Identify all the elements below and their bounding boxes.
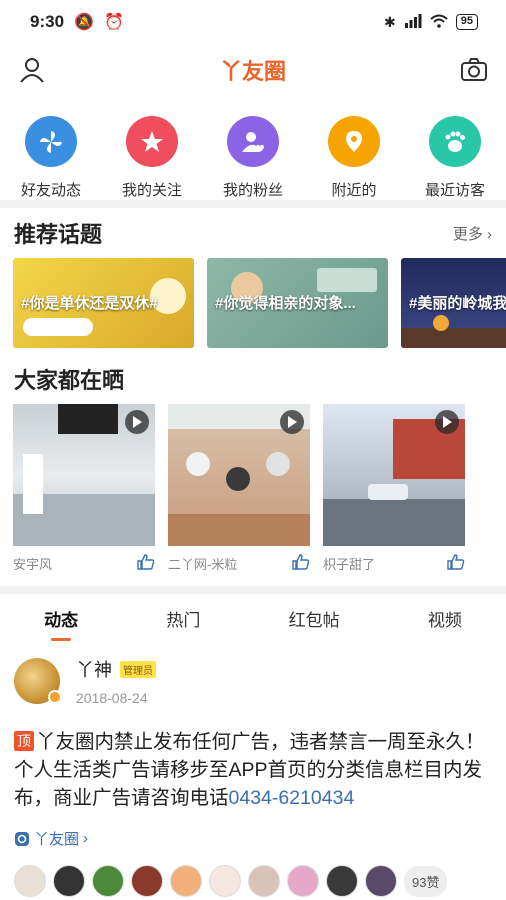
feed-tabs: 动态 热门 红包帖 视频 — [0, 594, 506, 642]
liker-avatar[interactable] — [209, 865, 241, 897]
liker-avatar[interactable] — [53, 865, 85, 897]
location-icon — [328, 116, 380, 167]
play-icon — [125, 410, 149, 434]
liker-avatar[interactable] — [287, 865, 319, 897]
bluetooth-icon: ✱ — [384, 13, 396, 30]
quick-my-fans[interactable]: 我的粉丝 — [212, 116, 294, 200]
star-icon — [126, 116, 178, 167]
liker-avatar[interactable] — [131, 865, 163, 897]
more-link[interactable]: 更多 › — [453, 223, 492, 244]
like-icon[interactable] — [137, 553, 155, 573]
top-bar: 丫友圈 — [0, 44, 506, 96]
sharing-list — [0, 404, 506, 546]
battery-icon: 95 — [455, 14, 478, 30]
quick-label: 附近的 — [331, 182, 377, 199]
status-bar: 9:30 🔕 ⏰ ✱ 95 — [0, 0, 506, 44]
topic-card[interactable]: #你觉得相亲的对象... — [207, 258, 388, 348]
tab-red-packet[interactable]: 红包帖 — [275, 606, 354, 631]
tab-hot[interactable]: 热门 — [152, 606, 214, 631]
sharing-header: 大家都在晒 — [0, 354, 506, 404]
like-count[interactable]: 93赞 — [404, 865, 448, 897]
likers-row: 93赞 — [14, 865, 492, 897]
tab-video[interactable]: 视频 — [414, 606, 476, 631]
signal-icon — [404, 13, 422, 31]
alarm-icon: ⏰ — [103, 14, 124, 31]
liker-avatar[interactable] — [248, 865, 280, 897]
quick-nearby[interactable]: 附近的 — [313, 116, 395, 200]
topic-label: #你觉得相亲的对象... — [215, 295, 356, 312]
share-video-thumb[interactable] — [13, 404, 155, 546]
quick-label: 我的粉丝 — [222, 182, 283, 199]
share-video-thumb[interactable] — [323, 404, 465, 546]
quick-label: 最近访客 — [424, 182, 485, 199]
topics-header: 推荐话题 更多 › — [0, 208, 506, 258]
quick-actions: 好友动态 我的关注 我的粉丝 附近的 最近访客 — [0, 96, 506, 200]
topic-card[interactable]: #美丽的岭城我 — [401, 258, 506, 348]
divider — [0, 586, 506, 594]
pinwheel-icon — [25, 116, 77, 167]
clock: 9:30 — [30, 12, 65, 31]
circle-icon — [15, 831, 29, 846]
play-icon — [435, 410, 459, 434]
tab-dynamics[interactable]: 动态 — [30, 606, 92, 641]
quick-label: 我的关注 — [121, 182, 182, 199]
liker-avatar[interactable] — [92, 865, 124, 897]
play-icon — [280, 410, 304, 434]
post-header: 丫神 管理员 2018-08-24 — [14, 656, 492, 706]
quick-label: 好友动态 — [20, 182, 81, 199]
admin-badge: 管理员 — [120, 660, 156, 678]
avatar[interactable] — [14, 658, 62, 704]
share-author[interactable]: 二丫网-米粒 — [168, 554, 237, 573]
feed-post: 丫神 管理员 2018-08-24 顶丫友圈内禁止发布任何广告，违者禁言一周至永… — [0, 642, 506, 897]
liker-avatar[interactable] — [365, 865, 397, 897]
divider — [0, 200, 506, 208]
like-icon[interactable] — [447, 553, 465, 573]
share-video-thumb[interactable] — [168, 404, 310, 546]
chevron-right-icon: › — [83, 830, 89, 847]
user-heart-icon — [227, 116, 279, 167]
topic-list: #你是单休还是双休# #你觉得相亲的对象... #美丽的岭城我 — [0, 258, 506, 350]
footprint-icon — [429, 116, 481, 167]
section-title: 大家都在晒 — [14, 368, 125, 393]
share-meta: 枳子甜了 — [323, 553, 465, 573]
author-name[interactable]: 丫神 — [76, 656, 112, 682]
wifi-icon — [430, 14, 448, 31]
pinned-tag: 顶 — [14, 731, 34, 751]
quick-my-follows[interactable]: 我的关注 — [111, 116, 193, 200]
camera-icon[interactable] — [458, 54, 490, 86]
phone-link[interactable]: 0434-6210434 — [229, 787, 355, 809]
share-meta: 安宇风 — [13, 553, 155, 573]
circle-name: 丫友圈 — [34, 831, 80, 848]
page-title: 丫友圈 — [219, 59, 286, 84]
share-author[interactable]: 安宇风 — [13, 554, 52, 573]
profile-icon[interactable] — [16, 54, 48, 86]
post-body[interactable]: 顶丫友圈内禁止发布任何广告，违者禁言一周至永久！个人生活类广告请移步至APP首页… — [14, 728, 492, 812]
liker-avatar[interactable] — [170, 865, 202, 897]
share-meta: 二丫网-米粒 — [168, 553, 310, 573]
topic-card[interactable]: #你是单休还是双休# — [13, 258, 194, 348]
verified-icon — [48, 690, 62, 704]
share-author[interactable]: 枳子甜了 — [323, 554, 375, 573]
section-title: 推荐话题 — [14, 222, 103, 247]
topic-label: #你是单休还是双休# — [21, 295, 158, 312]
liker-avatar[interactable] — [326, 865, 358, 897]
sharing-meta: 安宇风 二丫网-米粒 枳子甜了 — [0, 546, 506, 580]
quick-friends-feed[interactable]: 好友动态 — [10, 116, 92, 200]
topic-label: #美丽的岭城我 — [409, 295, 506, 312]
quick-recent-visitors[interactable]: 最近访客 — [414, 116, 496, 200]
post-date: 2018-08-24 — [76, 690, 148, 706]
liker-avatar[interactable] — [14, 865, 46, 897]
circle-link[interactable]: 丫友圈 › — [14, 828, 492, 849]
like-icon[interactable] — [292, 553, 310, 573]
mute-icon: 🔕 — [74, 14, 94, 31]
